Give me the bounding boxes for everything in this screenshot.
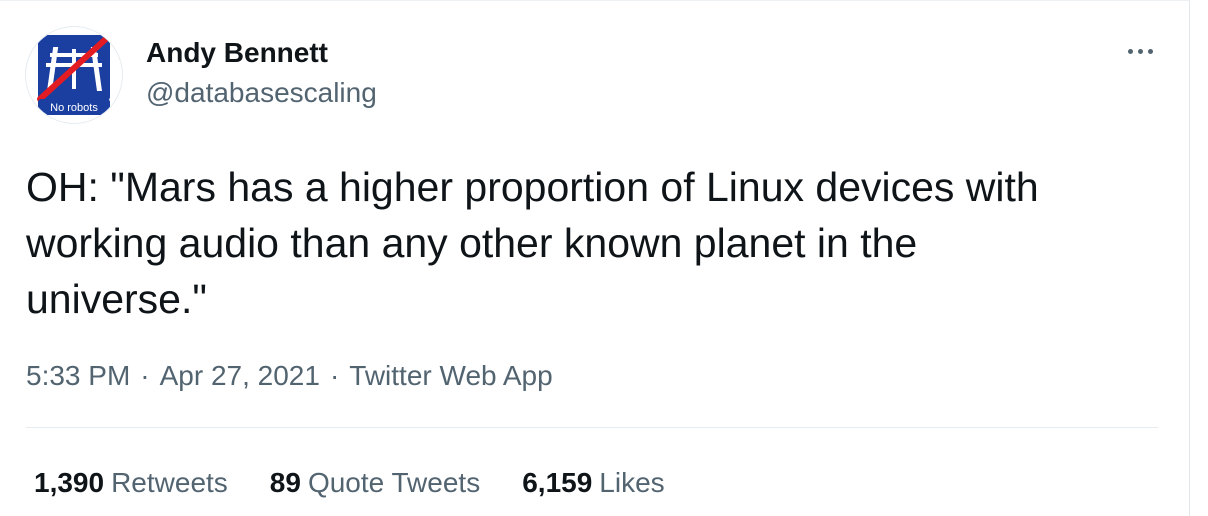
- retweets-stat[interactable]: 1,390 Retweets: [34, 465, 228, 501]
- user-handle[interactable]: @databasescaling: [146, 77, 377, 109]
- engagement-stats: 1,390 Retweets 89 Quote Tweets 6,159 Likes: [34, 465, 707, 501]
- quote-tweets-label: Quote Tweets: [307, 467, 481, 498]
- tweet-text: OH: "Mars has a higher proportion of Lin…: [26, 164, 1039, 322]
- retweets-label: Retweets: [111, 467, 228, 498]
- more-dot-icon: [1147, 48, 1153, 54]
- avatar[interactable]: No robots: [25, 26, 123, 124]
- quote-tweets-count: 89: [269, 467, 301, 498]
- more-dot-icon: [1137, 48, 1143, 54]
- quote-tweets-stat[interactable]: 89 Quote Tweets: [270, 465, 480, 501]
- avatar-caption: No robots: [50, 102, 98, 114]
- more-options-button[interactable]: [1118, 33, 1162, 69]
- meta-separator: ·: [140, 360, 150, 391]
- retweets-count: 1,390: [34, 467, 105, 498]
- tweet-date[interactable]: Apr 27, 2021: [160, 358, 320, 394]
- motorway-sign-icon: No robots: [37, 34, 111, 115]
- divider: [26, 427, 1158, 428]
- likes-label: Likes: [599, 467, 665, 498]
- more-dot-icon: [1127, 48, 1133, 54]
- display-name[interactable]: Andy Bennett: [146, 37, 328, 69]
- meta-separator: ·: [329, 360, 340, 391]
- likes-stat[interactable]: 6,159 Likes: [522, 465, 664, 501]
- tweet-card: No robots Andy Bennett @databasescaling …: [0, 0, 1190, 516]
- tweet-meta: 5:33 PM · Apr 27, 2021 · Twitter Web App: [26, 358, 553, 394]
- tweet-source[interactable]: Twitter Web App: [349, 358, 552, 394]
- tweet-time[interactable]: 5:33 PM: [26, 358, 130, 394]
- likes-count: 6,159: [522, 467, 593, 498]
